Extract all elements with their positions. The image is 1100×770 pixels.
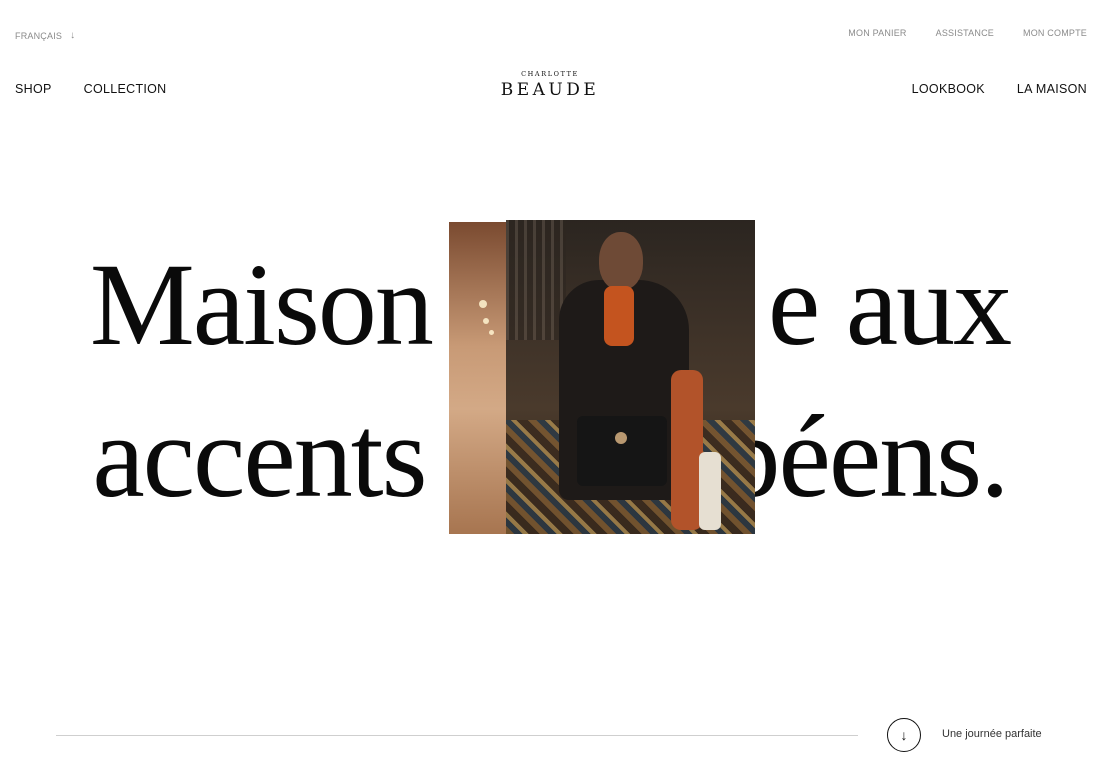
bokeh-light [489, 330, 494, 335]
logo-subtitle: CHARLOTTE [521, 70, 579, 78]
hero-image-scarf [604, 286, 634, 346]
hero-image-handbag [577, 416, 667, 486]
hero-line2-left: accents [92, 391, 427, 522]
bokeh-light [483, 318, 489, 324]
language-selector[interactable]: FRANÇAIS ↓ [15, 30, 75, 41]
account-link[interactable]: MON COMPTE [1023, 28, 1087, 38]
hero-line1-right: e aux [767, 239, 1012, 370]
hero-line2-right: péens. [721, 391, 1010, 522]
utility-links: MON PANIER ASSISTANCE MON COMPTE [848, 28, 1087, 38]
cart-link[interactable]: MON PANIER [848, 28, 906, 38]
support-link[interactable]: ASSISTANCE [936, 28, 994, 38]
hero-image-model-head [599, 232, 643, 290]
hero-line1-left: Maison [89, 239, 434, 370]
language-label: FRANÇAIS [15, 30, 63, 41]
nav-item-lookbook[interactable]: LOOKBOOK [912, 82, 985, 96]
scroll-link-label[interactable]: Une journée parfaite [942, 728, 1042, 740]
divider-line [56, 735, 858, 736]
arrow-down-icon: ↓ [70, 30, 76, 41]
hero-image-boot [699, 452, 721, 530]
hero-image[interactable] [449, 220, 755, 534]
nav-item-la-maison[interactable]: LA MAISON [1017, 82, 1087, 96]
bokeh-light [479, 300, 487, 308]
primary-nav-right: LOOKBOOK LA MAISON [912, 82, 1087, 96]
scroll-down-button[interactable]: ↓ [887, 718, 921, 752]
hero-image-side-strip [449, 222, 506, 534]
arrow-down-icon: ↓ [900, 727, 908, 743]
hero-image-staircase [506, 220, 566, 340]
